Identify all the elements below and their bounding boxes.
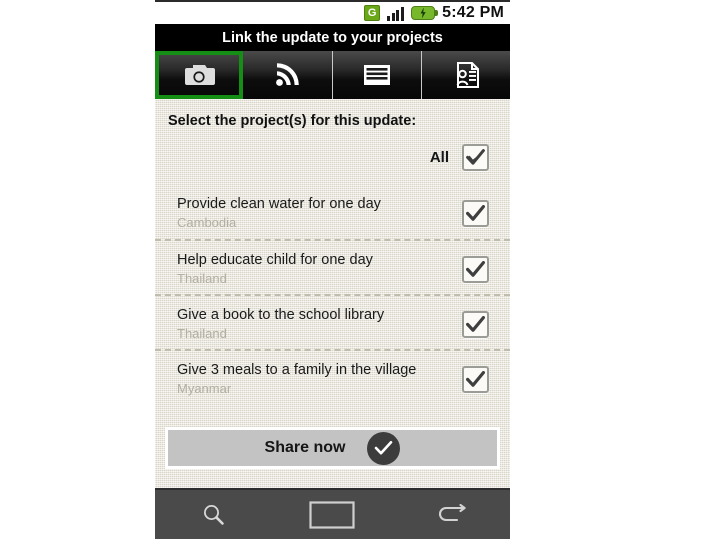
- project-checkbox[interactable]: [462, 200, 489, 227]
- tab-camera[interactable]: [155, 51, 244, 99]
- page-title: Link the update to your projects: [155, 24, 510, 51]
- project-text: Give a book to the school library Thaila…: [177, 306, 394, 343]
- all-label: All: [429, 149, 449, 166]
- list-lines-icon: [363, 63, 391, 87]
- project-country: Thailand: [177, 326, 227, 341]
- content-area: Select the project(s) for this update: A…: [155, 99, 510, 488]
- battery-charging-icon: [411, 6, 439, 20]
- status-bar: G 5:42 PM: [155, 0, 510, 24]
- checkmark-icon: [466, 205, 485, 221]
- list-item[interactable]: Provide clean water for one day Cambodia: [155, 184, 510, 239]
- all-checkbox[interactable]: [462, 144, 489, 171]
- tab-list[interactable]: [332, 51, 422, 99]
- project-list: Provide clean water for one day Cambodia…: [155, 184, 510, 404]
- project-title: Provide clean water for one day: [177, 196, 381, 212]
- search-icon: [201, 502, 227, 528]
- rss-waves-icon: [274, 62, 300, 88]
- project-text: Provide clean water for one day Cambodia: [177, 195, 391, 232]
- tab-contact[interactable]: [421, 51, 510, 99]
- project-checkbox[interactable]: [462, 366, 489, 393]
- project-text: Help educate child for one day Thailand: [177, 251, 383, 288]
- share-now-button[interactable]: Share now: [165, 427, 500, 469]
- project-checkbox[interactable]: [462, 311, 489, 338]
- project-checkbox[interactable]: [462, 256, 489, 283]
- nav-home[interactable]: [273, 500, 391, 529]
- share-now-label: Share now: [264, 439, 346, 456]
- project-text: Give 3 meals to a family in the village …: [177, 361, 426, 398]
- checkmark-icon: [466, 371, 485, 387]
- project-country: Thailand: [177, 271, 227, 286]
- checkmark-icon: [466, 149, 485, 165]
- all-projects-row[interactable]: All: [430, 144, 489, 171]
- status-clock: 5:42 PM: [442, 4, 504, 21]
- nav-search[interactable]: [155, 502, 273, 528]
- list-item[interactable]: Give 3 meals to a family in the village …: [155, 349, 510, 404]
- bottom-nav-bar: [155, 488, 510, 539]
- list-item[interactable]: Help educate child for one day Thailand: [155, 239, 510, 294]
- checkmark-icon: [466, 261, 485, 277]
- project-title: Give a book to the school library: [177, 307, 385, 323]
- project-title: Help educate child for one day: [177, 252, 373, 268]
- home-rectangle-icon: [309, 500, 356, 529]
- phone-screen: G 5:42 PM Link the update to your projec…: [155, 0, 510, 539]
- signal-bars-icon: [387, 6, 404, 21]
- checkmark-icon: [466, 316, 485, 332]
- tab-bar: [155, 51, 510, 99]
- screenshot-canvas: G 5:42 PM Link the update to your projec…: [0, 0, 720, 540]
- project-country: Myanmar: [177, 381, 232, 396]
- select-projects-prompt: Select the project(s) for this update:: [168, 113, 417, 129]
- project-country: Cambodia: [177, 215, 237, 230]
- tab-rss[interactable]: [243, 51, 333, 99]
- project-title: Give 3 meals to a family in the village: [177, 362, 417, 378]
- list-item[interactable]: Give a book to the school library Thaila…: [155, 294, 510, 349]
- back-arrow-icon: [435, 503, 467, 526]
- gprs-g-icon: G: [364, 5, 381, 21]
- nav-back[interactable]: [392, 503, 510, 526]
- circle-check-icon: [367, 431, 401, 465]
- contact-document-icon: [451, 61, 481, 89]
- camera-icon: [182, 62, 216, 88]
- status-icons: G: [364, 5, 439, 21]
